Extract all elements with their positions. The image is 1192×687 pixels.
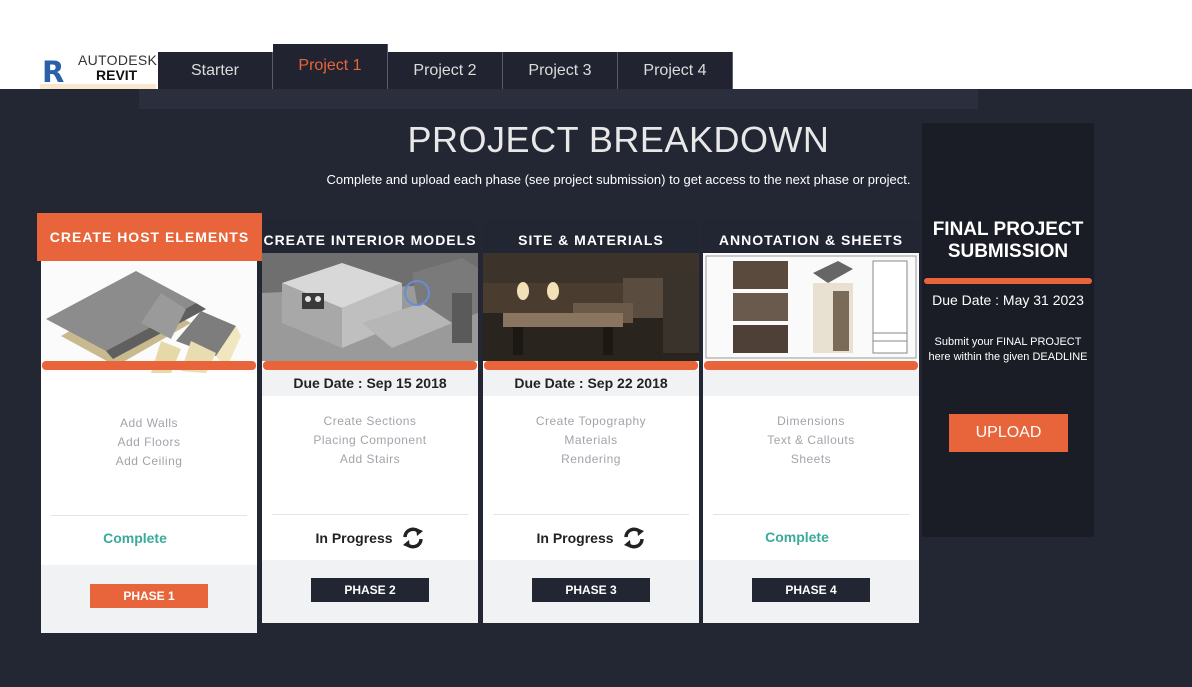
phase-card-3: SITE & MATERIALS Due Date : Sep 22 2018 …	[483, 220, 699, 623]
interior-models-image	[262, 253, 478, 361]
task-list: Dimensions Text & Callouts Sheets	[703, 412, 919, 469]
refresh-icon	[402, 527, 423, 549]
card-divider	[713, 514, 909, 515]
phase-1-button[interactable]: PHASE 1	[90, 584, 208, 608]
card-title: CREATE HOST ELEMENTS	[37, 213, 262, 261]
card-divider	[272, 514, 468, 515]
status-in-progress: In Progress	[483, 525, 699, 551]
site-materials-image	[483, 253, 699, 361]
card-progress-bar	[484, 361, 698, 370]
task-item: Dimensions	[777, 414, 845, 428]
project-tabs: Starter Project 1 Project 2 Project 3 Pr…	[158, 44, 733, 90]
due-date: Due Date : Sep 15 2018	[262, 370, 478, 396]
due-date-empty	[703, 370, 919, 396]
task-item: Create Sections	[323, 414, 417, 428]
status-label: In Progress	[536, 530, 614, 546]
task-list: Create Topography Materials Rendering	[483, 412, 699, 469]
status-complete: Complete	[765, 529, 829, 545]
card-progress-bar	[42, 361, 256, 370]
final-instructions-line-1: Submit your FINAL PROJECT	[934, 336, 1082, 348]
task-item: Text & Callouts	[767, 433, 855, 447]
card-divider	[493, 514, 689, 515]
phase-3-button[interactable]: PHASE 3	[532, 578, 650, 602]
phase-card-1: CREATE HOST ELEMENTS Add Walls Add Floor…	[37, 213, 262, 633]
logo-line-revit: REVIT	[96, 67, 138, 83]
status-complete: Complete	[103, 530, 167, 546]
task-item: Add Stairs	[339, 452, 401, 466]
final-submission-panel: FINAL PROJECT SUBMISSION Due Date : May …	[922, 123, 1094, 537]
card-progress-bar	[704, 361, 918, 370]
final-instructions: Submit your FINAL PROJECT here within th…	[922, 335, 1094, 365]
due-date: Due Date : Sep 22 2018	[483, 370, 699, 396]
card-divider	[51, 515, 247, 516]
task-list: Create Sections Placing Component Add St…	[262, 412, 478, 469]
task-list: Add Walls Add Floors Add Ceiling	[41, 414, 257, 471]
phase-4-button[interactable]: PHASE 4	[752, 578, 870, 602]
final-due-date: Due Date : May 31 2023	[932, 292, 1084, 308]
final-title-line-2: SUBMISSION	[947, 241, 1069, 262]
final-title-line-1: FINAL PROJECT	[932, 219, 1084, 240]
task-item: Placing Component	[313, 433, 427, 447]
host-elements-image	[41, 261, 257, 373]
autodesk-revit-logo: R AUTODESK REVIT	[40, 50, 158, 90]
tab-project-2[interactable]: Project 2	[388, 52, 503, 90]
status-in-progress: In Progress	[262, 525, 478, 551]
tab-starter[interactable]: Starter	[158, 52, 273, 90]
phase-card-4: ANNOTATION & SHEETS Dimensions Text & Ca…	[703, 220, 919, 623]
logo-line-autodesk: AUTODESK	[78, 52, 158, 68]
tab-project-3[interactable]: Project 3	[503, 52, 618, 90]
refresh-icon	[623, 527, 644, 549]
task-item: Add Floors	[117, 435, 181, 449]
status-label: In Progress	[315, 530, 393, 546]
card-progress-bar	[263, 361, 477, 370]
sub-navigation-bar	[139, 89, 978, 109]
task-item: Materials	[564, 433, 618, 447]
task-item: Create Topography	[535, 414, 647, 428]
final-accent-bar	[924, 278, 1092, 284]
annotation-sheets-image	[703, 253, 919, 361]
upload-button[interactable]: UPLOAD	[949, 414, 1068, 452]
task-item: Sheets	[790, 452, 832, 466]
final-instructions-line-2: here within the given DEADLINE	[928, 351, 1088, 363]
task-item: Add Walls	[119, 416, 179, 430]
phase-2-button[interactable]: PHASE 2	[311, 578, 429, 602]
tab-project-4[interactable]: Project 4	[618, 52, 733, 90]
phase-card-2: CREATE INTERIOR MODELS Due Date : Sep 15…	[262, 220, 478, 623]
final-title: FINAL PROJECT SUBMISSION	[922, 219, 1094, 263]
task-item: Rendering	[561, 452, 621, 466]
task-item: Add Ceiling	[115, 454, 183, 468]
tab-project-1[interactable]: Project 1	[273, 44, 388, 90]
